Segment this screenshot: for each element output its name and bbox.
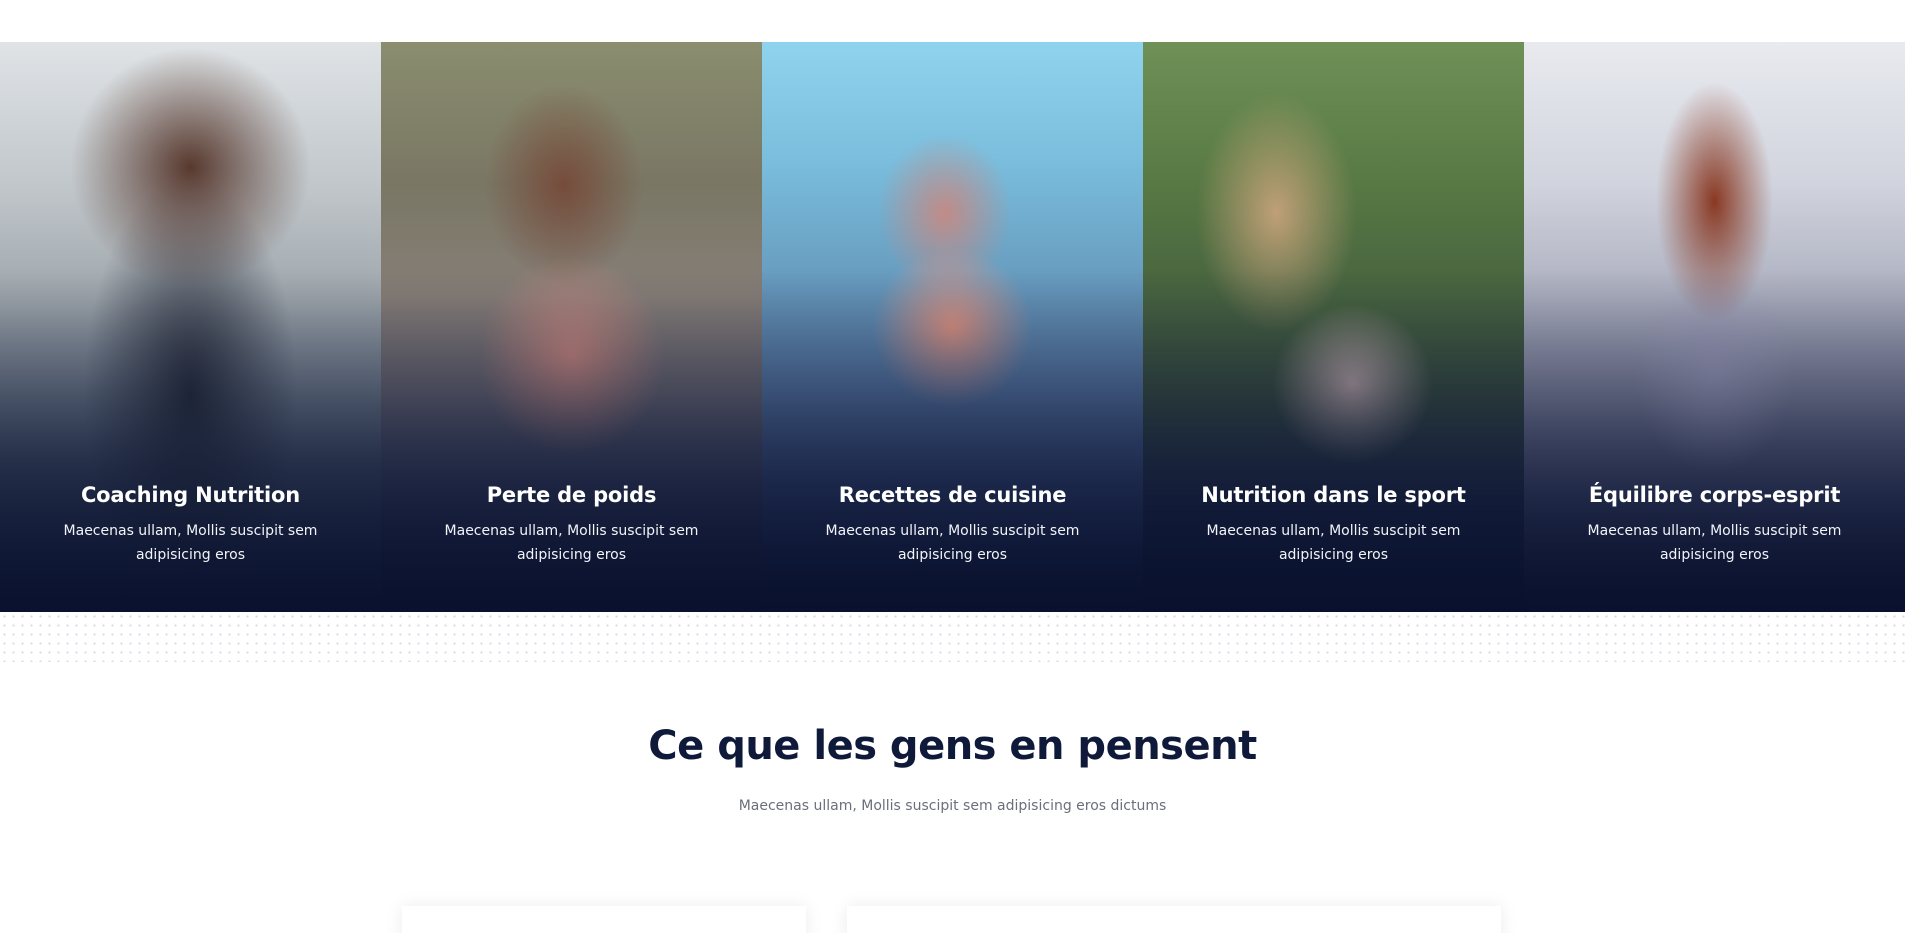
service-description: Maecenas ullam, Mollis suscipit sem adip… [444, 523, 699, 563]
service-title: Nutrition dans le sport [1201, 483, 1466, 507]
testimonial-card [847, 906, 1501, 933]
service-text: Coaching Nutrition Maecenas ullam, Molli… [0, 480, 381, 567]
testimonial-card [402, 906, 806, 933]
testimonials-title: Ce que les gens en pensent [648, 723, 1257, 769]
service-description: Maecenas ullam, Mollis suscipit sem adip… [825, 523, 1080, 563]
service-text: Équilibre corps-esprit Maecenas ullam, M… [1524, 480, 1905, 567]
services-strip: Coaching Nutrition Maecenas ullam, Molli… [0, 42, 1905, 612]
service-title: Recettes de cuisine [838, 483, 1067, 507]
service-description: Maecenas ullam, Mollis suscipit sem adip… [1587, 523, 1842, 563]
service-text: Recettes de cuisine Maecenas ullam, Moll… [762, 480, 1143, 567]
service-card-equilibre-corps-esprit[interactable]: Équilibre corps-esprit Maecenas ullam, M… [1524, 42, 1905, 612]
testimonials-subtitle: Maecenas ullam, Mollis suscipit sem adip… [738, 798, 1167, 814]
service-card-perte-de-poids[interactable]: Perte de poids Maecenas ullam, Mollis su… [381, 42, 762, 612]
page: Coaching Nutrition Maecenas ullam, Molli… [0, 0, 1905, 933]
dotted-divider [0, 612, 1905, 662]
service-text: Nutrition dans le sport Maecenas ullam, … [1143, 480, 1524, 567]
service-card-recettes-de-cuisine[interactable]: Recettes de cuisine Maecenas ullam, Moll… [762, 42, 1143, 612]
service-description: Maecenas ullam, Mollis suscipit sem adip… [63, 523, 318, 563]
service-card-nutrition-sport[interactable]: Nutrition dans le sport Maecenas ullam, … [1143, 42, 1524, 612]
service-card-coaching-nutrition[interactable]: Coaching Nutrition Maecenas ullam, Molli… [0, 42, 381, 612]
service-title: Équilibre corps-esprit [1588, 483, 1841, 507]
service-text: Perte de poids Maecenas ullam, Mollis su… [381, 480, 762, 567]
service-title: Coaching Nutrition [80, 483, 301, 507]
service-title: Perte de poids [486, 483, 657, 507]
service-description: Maecenas ullam, Mollis suscipit sem adip… [1206, 523, 1461, 563]
